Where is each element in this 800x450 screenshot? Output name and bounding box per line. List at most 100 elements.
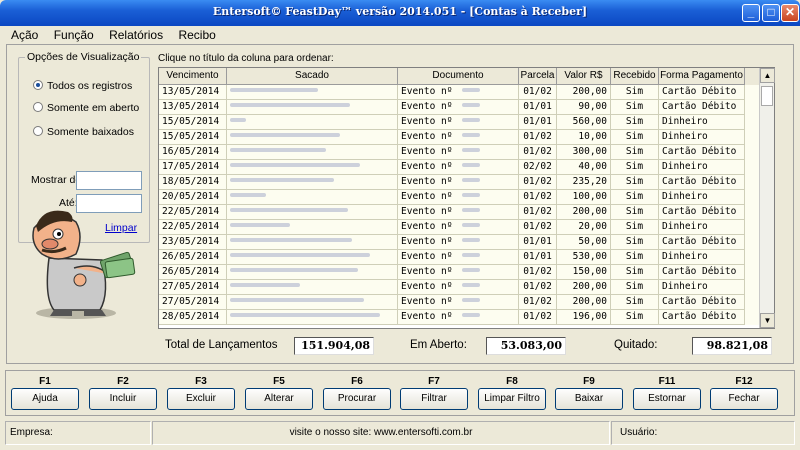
cell-forma-pagamento: Cartão Débito (659, 205, 745, 220)
table-row[interactable]: 22/05/2014 Evento nº 01/02 20,00 Sim Dinheiro (159, 220, 774, 235)
paid-value: 98.821,08 (692, 337, 772, 355)
function-button-excluir[interactable]: Excluir (167, 388, 235, 410)
col-parcela[interactable]: Parcela (519, 68, 557, 85)
cell-sacado (227, 130, 398, 145)
scroll-up-arrow[interactable]: ▲ (760, 68, 775, 83)
function-button-ajuda[interactable]: Ajuda (11, 388, 79, 410)
cell-valor: 560,00 (557, 115, 611, 130)
cell-forma-pagamento-text: Dinheiro (662, 221, 708, 232)
redacted-name (230, 193, 266, 197)
cell-parcela: 01/02 (519, 310, 557, 325)
cell-vencimento: 22/05/2014 (159, 220, 227, 235)
radio-dot[interactable] (33, 80, 43, 90)
cell-parcela: 01/01 (519, 250, 557, 265)
cell-vencimento-text: 27/05/2014 (162, 296, 220, 307)
title-bar[interactable]: Entersoft© FeastDay™ versão 2014.051 - [… (0, 0, 800, 26)
cell-valor: 150,00 (557, 265, 611, 280)
close-button[interactable]: ✕ (781, 4, 799, 22)
status-site: visite o nosso site: www.entersofti.com.… (152, 421, 610, 445)
cell-sacado (227, 175, 398, 190)
table-scrollbar[interactable]: ▲ ▼ (759, 68, 775, 328)
radio-dot[interactable] (33, 102, 43, 112)
table-row[interactable]: 27/05/2014 Evento nº 01/02 200,00 Sim Cartão … (159, 295, 774, 310)
redacted-number (462, 238, 481, 242)
table-row[interactable]: 27/05/2014 Evento nº 01/02 200,00 Sim Dinheir… (159, 280, 774, 295)
col-sacado[interactable]: Sacado (227, 68, 398, 85)
function-button-estornar[interactable]: Estornar (633, 388, 701, 410)
col-vencimento[interactable]: Vencimento (159, 68, 227, 85)
cell-documento-text: Evento nº (401, 281, 453, 292)
cell-recebido-text: Sim (625, 206, 644, 217)
col-forma-pagamento[interactable]: Forma Pagamento (659, 68, 745, 85)
table-row[interactable]: 20/05/2014 Evento nº 01/02 100,00 Sim Dinheir… (159, 190, 774, 205)
cell-forma-pagamento: Dinheiro (659, 220, 745, 235)
cell-vencimento-text: 13/05/2014 (162, 86, 220, 97)
cell-vencimento: 15/05/2014 (159, 115, 227, 130)
function-key-label: F8 (506, 376, 518, 387)
menu-funcao[interactable]: Função (47, 26, 99, 42)
cell-forma-pagamento: Cartão Débito (659, 145, 745, 160)
col-valor[interactable]: Valor R$ (557, 68, 611, 85)
cell-recebido-text: Sim (625, 311, 644, 322)
cell-valor: 235,20 (557, 175, 611, 190)
table-row[interactable]: 26/05/2014 Evento nº 01/02 150,00 Sim Cartão … (159, 265, 774, 280)
redacted-number (462, 223, 481, 227)
table-row[interactable]: 15/05/2014 Evento nº 01/01 560,00 Sim Dinheir… (159, 115, 774, 130)
radio-dot[interactable] (33, 126, 43, 136)
cell-documento: Evento nº (398, 130, 519, 145)
cell-documento-text: Evento nº (401, 176, 453, 187)
function-button-baixar[interactable]: Baixar (555, 388, 623, 410)
cell-sacado (227, 310, 398, 325)
cell-parcela-text: 01/02 (523, 266, 552, 277)
cell-valor-text: 40,00 (578, 161, 607, 172)
radio-all[interactable]: Todos os registros (33, 80, 132, 92)
table-row[interactable]: 13/05/2014 Evento nº 01/02 200,00 Sim Cartão … (159, 85, 774, 100)
table-row[interactable]: 13/05/2014 Evento nº 01/01 90,00 Sim Cartão D… (159, 100, 774, 115)
function-button-limpar-filtro[interactable]: Limpar Filtro (478, 388, 546, 410)
function-button-alterar[interactable]: Alterar (245, 388, 313, 410)
menu-recibo[interactable]: Recibo (171, 26, 220, 42)
total-value: 151.904,08 (294, 337, 374, 355)
cell-recebido-text: Sim (625, 236, 644, 247)
cell-recebido-text: Sim (625, 221, 644, 232)
cell-parcela: 01/02 (519, 295, 557, 310)
redacted-number (462, 178, 481, 182)
cell-sacado (227, 190, 398, 205)
redacted-name (230, 253, 370, 257)
table-row[interactable]: 17/05/2014 Evento nº 02/02 40,00 Sim Dinheiro (159, 160, 774, 175)
scroll-down-arrow[interactable]: ▼ (760, 313, 775, 328)
redacted-name (230, 208, 348, 212)
menu-acao[interactable]: Ação (4, 26, 43, 42)
cell-forma-pagamento-text: Cartão Débito (662, 101, 737, 112)
cell-documento-text: Evento nº (401, 161, 453, 172)
menu-relatorios[interactable]: Relatórios (102, 26, 168, 42)
cell-parcela-text: 01/02 (523, 296, 552, 307)
maximize-button[interactable]: □ (762, 4, 780, 22)
table-row[interactable]: 16/05/2014 Evento nº 01/02 300,00 Sim Cartão … (159, 145, 774, 160)
cell-vencimento-text: 28/05/2014 (162, 311, 220, 322)
function-button-fechar[interactable]: Fechar (710, 388, 778, 410)
minimize-button[interactable]: _ (742, 4, 760, 22)
col-recebido[interactable]: Recebido (611, 68, 659, 85)
function-button-procurar[interactable]: Procurar (323, 388, 391, 410)
table-row[interactable]: 22/05/2014 Evento nº 01/02 200,00 Sim Cartão … (159, 205, 774, 220)
function-button-filtrar[interactable]: Filtrar (400, 388, 468, 410)
table-row[interactable]: 28/05/2014 Evento nº 01/02 196,00 Sim Cartão … (159, 310, 774, 325)
function-key-label: F9 (583, 376, 595, 387)
radio-open[interactable]: Somente em aberto (33, 102, 139, 114)
cell-documento-text: Evento nº (401, 146, 453, 157)
cell-documento-text: Evento nº (401, 116, 453, 127)
col-documento[interactable]: Documento (398, 68, 519, 85)
cell-recebido: Sim (611, 265, 659, 280)
cell-valor: 530,00 (557, 250, 611, 265)
cell-parcela-text: 01/02 (523, 221, 552, 232)
table-row[interactable]: 18/05/2014 Evento nº 01/02 235,20 Sim Cartão … (159, 175, 774, 190)
cell-sacado (227, 220, 398, 235)
radio-paid[interactable]: Somente baixados (33, 126, 134, 138)
cell-sacado (227, 205, 398, 220)
table-row[interactable]: 15/05/2014 Evento nº 01/02 10,00 Sim Dinheiro (159, 130, 774, 145)
function-button-incluir[interactable]: Incluir (89, 388, 157, 410)
table-row[interactable]: 23/05/2014 Evento nº 01/01 50,00 Sim Cartão D… (159, 235, 774, 250)
table-row[interactable]: 26/05/2014 Evento nº 01/01 530,00 Sim Dinheir… (159, 250, 774, 265)
scroll-thumb[interactable] (761, 86, 773, 106)
